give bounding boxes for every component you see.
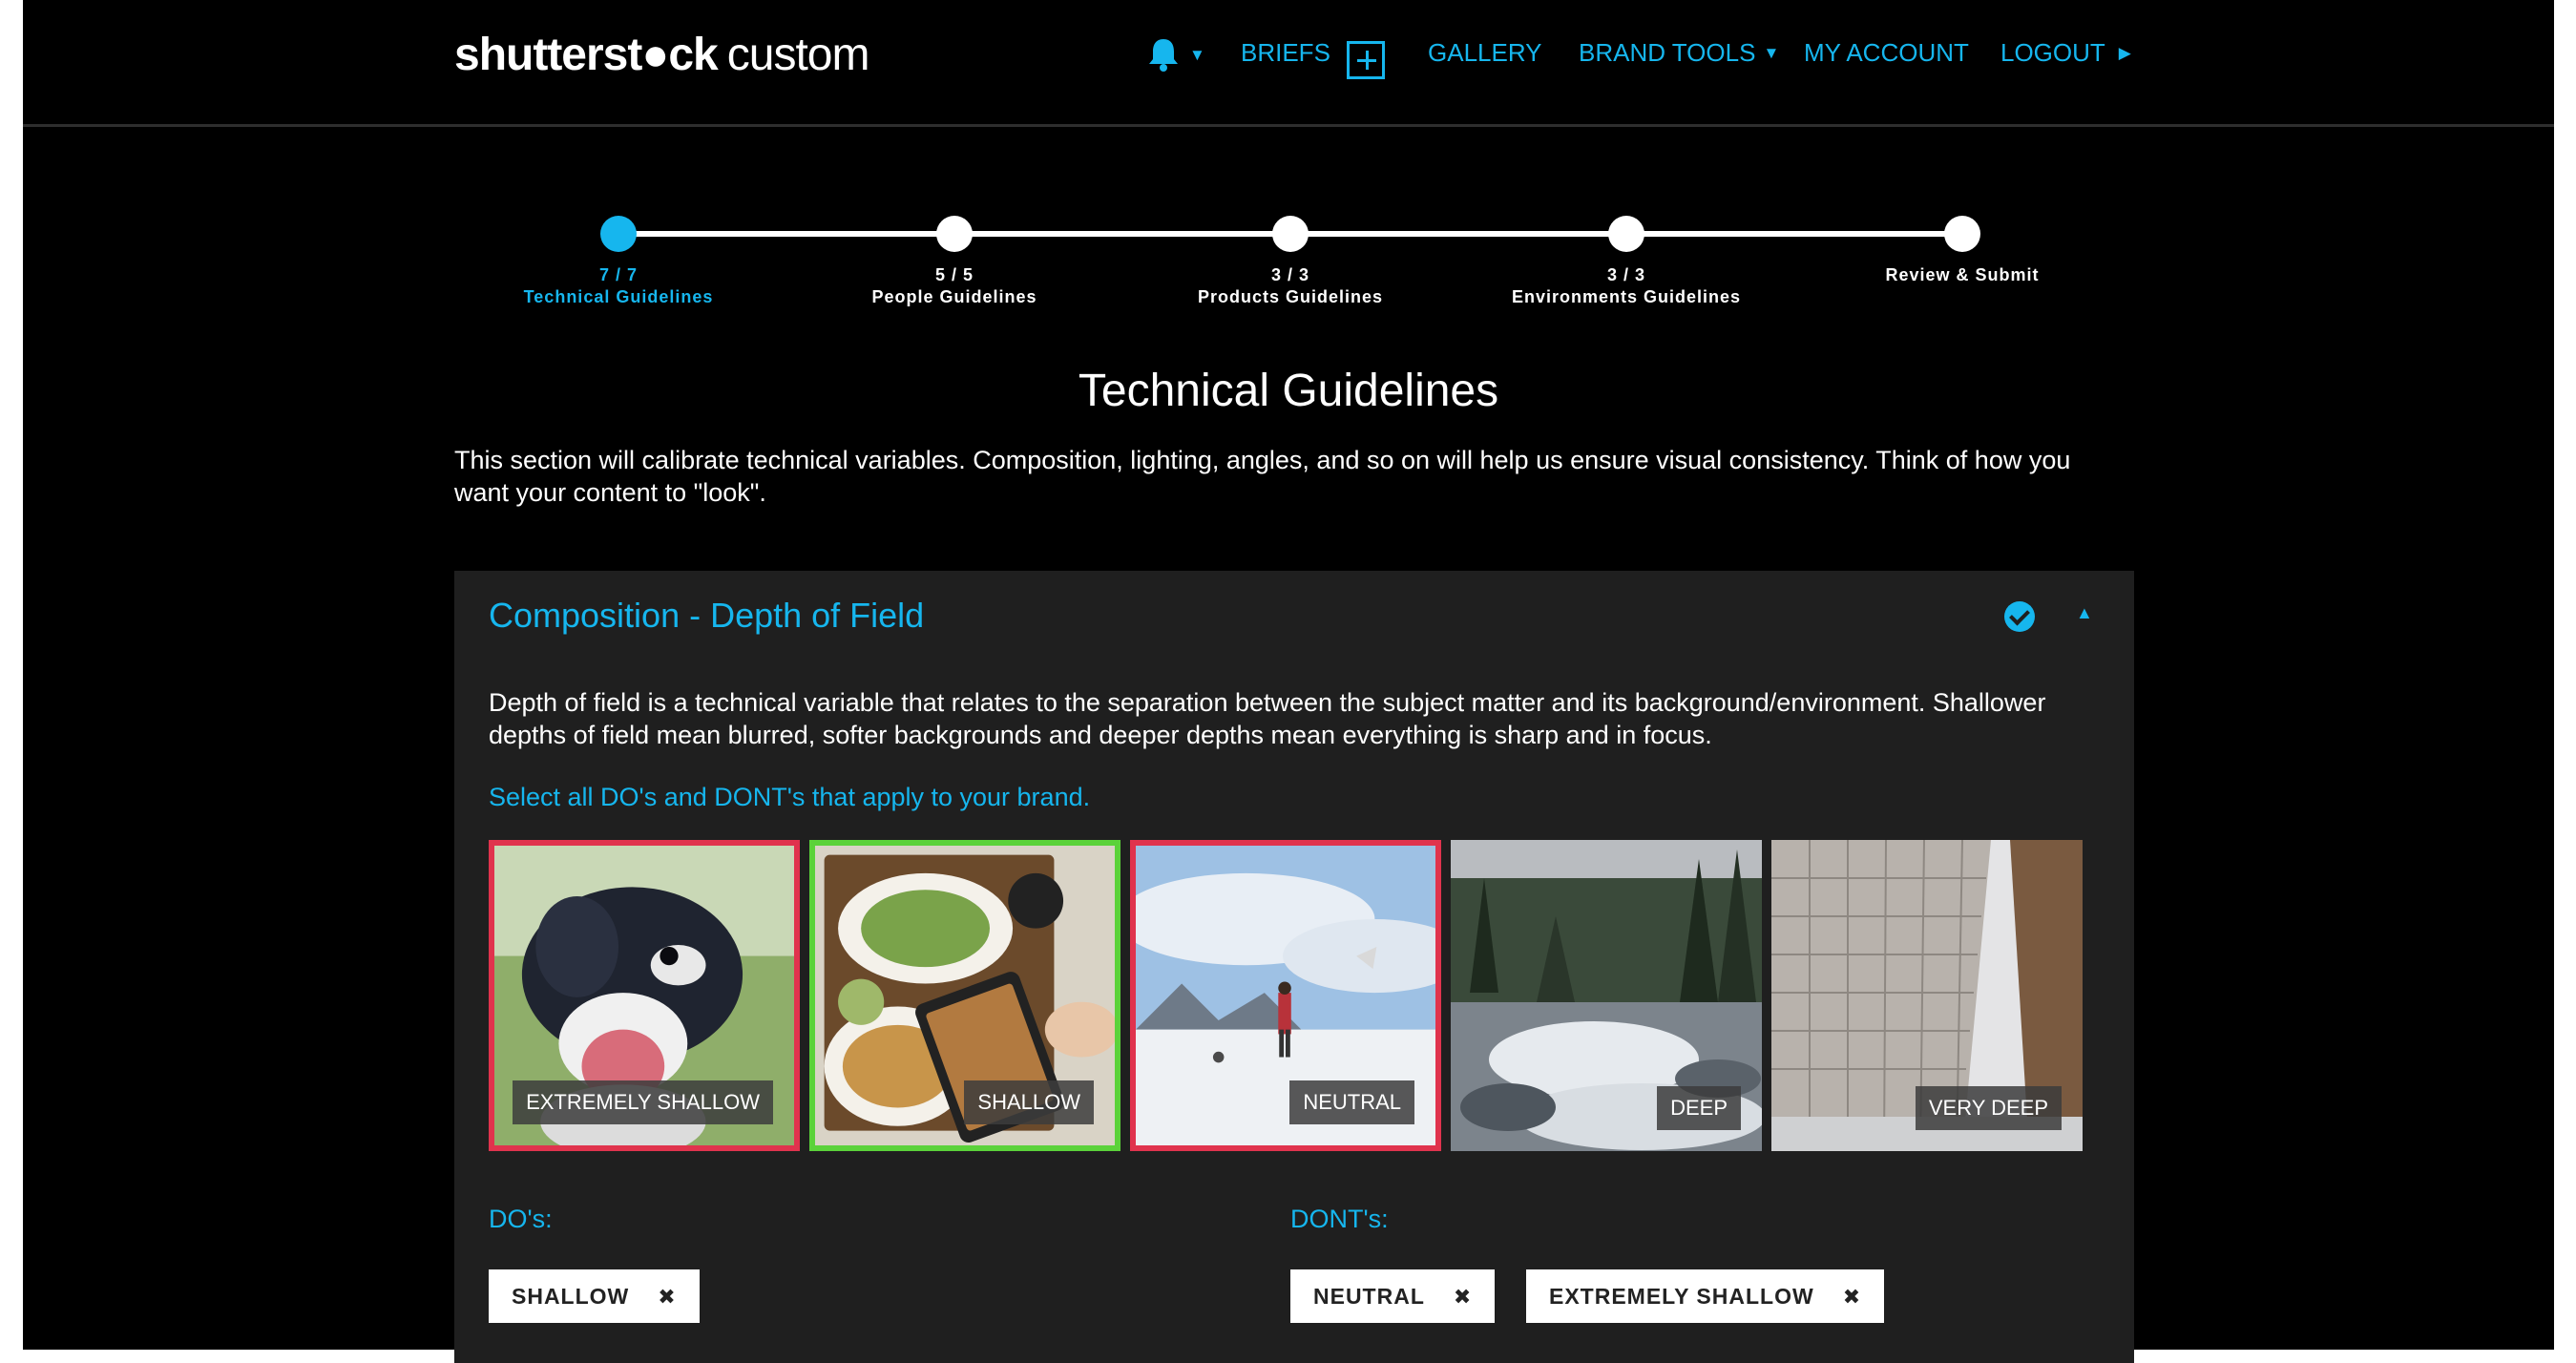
step-name: Technical Guidelines [523,287,714,306]
step-name: Products Guidelines [1197,287,1384,306]
nav-my-account[interactable]: MY ACCOUNT [1804,38,1969,68]
option-label: SHALLOW [964,1080,1094,1124]
chip-label: EXTREMELY SHALLOW [1549,1284,1814,1309]
nav-logout-label: LOGOUT [2000,38,2105,67]
section-title[interactable]: Composition - Depth of Field [489,596,924,636]
nav-brand-tools[interactable]: BRAND TOOLS ▼ [1579,38,1779,68]
check-circle-icon [2004,601,2035,632]
donts-label: DONT's: [1290,1205,1389,1233]
remove-x-icon[interactable]: ✖ [658,1285,676,1309]
option-label: EXTREMELY SHALLOW [513,1080,773,1124]
page-intro: This section will calibrate technical va… [454,446,2071,507]
step-dot-products[interactable] [1272,216,1309,252]
step-name: Review & Submit [1885,265,2040,284]
step-environments[interactable]: 3 / 3 Environments Guidelines [1474,264,1779,308]
step-name: People Guidelines [871,287,1037,306]
caret-up-icon[interactable]: ▲ [2076,603,2093,623]
step-products[interactable]: 3 / 3 Products Guidelines [1138,264,1443,308]
step-dot-environments[interactable] [1608,216,1644,252]
logo-suffix: custom [726,30,870,80]
bell-icon[interactable] [1146,36,1181,77]
step-name: Environments Guidelines [1511,287,1742,306]
nav-logout[interactable]: LOGOUT ▶ [2000,38,2131,68]
app-frame: shutterst●ck custom ▼ BRIEFS GALLERY BRAN… [23,0,2554,1363]
step-technical[interactable]: 7 / 7 Technical Guidelines [466,264,771,308]
logo[interactable]: shutterst●ck custom [454,29,869,81]
caret-down-icon: ▼ [1763,44,1780,62]
option-tile-deep[interactable]: DEEP [1451,840,1762,1151]
dont-chip-extremely-shallow: EXTREMELY SHALLOW ✖ [1526,1269,1885,1323]
option-label: NEUTRAL [1289,1080,1414,1124]
option-label: VERY DEEP [1915,1086,2062,1130]
step-people[interactable]: 5 / 5 People Guidelines [802,264,1107,308]
logo-brand: shutterst●ck [454,30,719,80]
step-review[interactable]: Review & Submit [1810,264,2115,286]
step-count: 3 / 3 [1606,265,1646,284]
remove-x-icon[interactable]: ✖ [1843,1285,1861,1309]
chip-label: NEUTRAL [1313,1284,1425,1309]
option-tile-shallow[interactable]: SHALLOW [809,840,1120,1151]
section-instruction: Select all DO's and DONT's that apply to… [489,783,1091,811]
remove-x-icon[interactable]: ✖ [1454,1285,1472,1309]
dos-label: DO's: [489,1205,553,1233]
caret-right-icon: ▶ [2118,44,2131,62]
nav-briefs[interactable]: BRIEFS [1241,38,1330,68]
section-card: Composition - Depth of Field ▲ Depth of … [454,571,2134,1363]
nav-brand-tools-label: BRAND TOOLS [1579,38,1756,67]
do-chip-shallow: SHALLOW ✖ [489,1269,700,1323]
step-dot-people[interactable] [936,216,973,252]
step-count: 5 / 5 [934,265,974,284]
option-label: DEEP [1657,1086,1741,1130]
dont-chip-neutral: NEUTRAL ✖ [1290,1269,1496,1323]
top-navbar: shutterst●ck custom ▼ BRIEFS GALLERY BRAN… [23,0,2554,127]
option-tile-neutral[interactable]: NEUTRAL [1130,840,1441,1151]
step-count: 7 / 7 [598,265,639,284]
chip-label: SHALLOW [512,1284,630,1309]
option-tile-very-deep[interactable]: VERY DEEP [1771,840,2083,1151]
page-title: Technical Guidelines [1078,366,1499,416]
plus-box-icon[interactable] [1347,41,1385,79]
section-description: Depth of field is a technical variable t… [489,688,2046,749]
option-tile-extremely-shallow[interactable]: EXTREMELY SHALLOW [489,840,800,1151]
step-count: 3 / 3 [1270,265,1310,284]
step-dot-review[interactable] [1944,216,1980,252]
caret-down-icon[interactable]: ▼ [1189,46,1205,65]
nav-gallery[interactable]: GALLERY [1428,38,1541,68]
step-dot-technical[interactable] [600,216,637,252]
